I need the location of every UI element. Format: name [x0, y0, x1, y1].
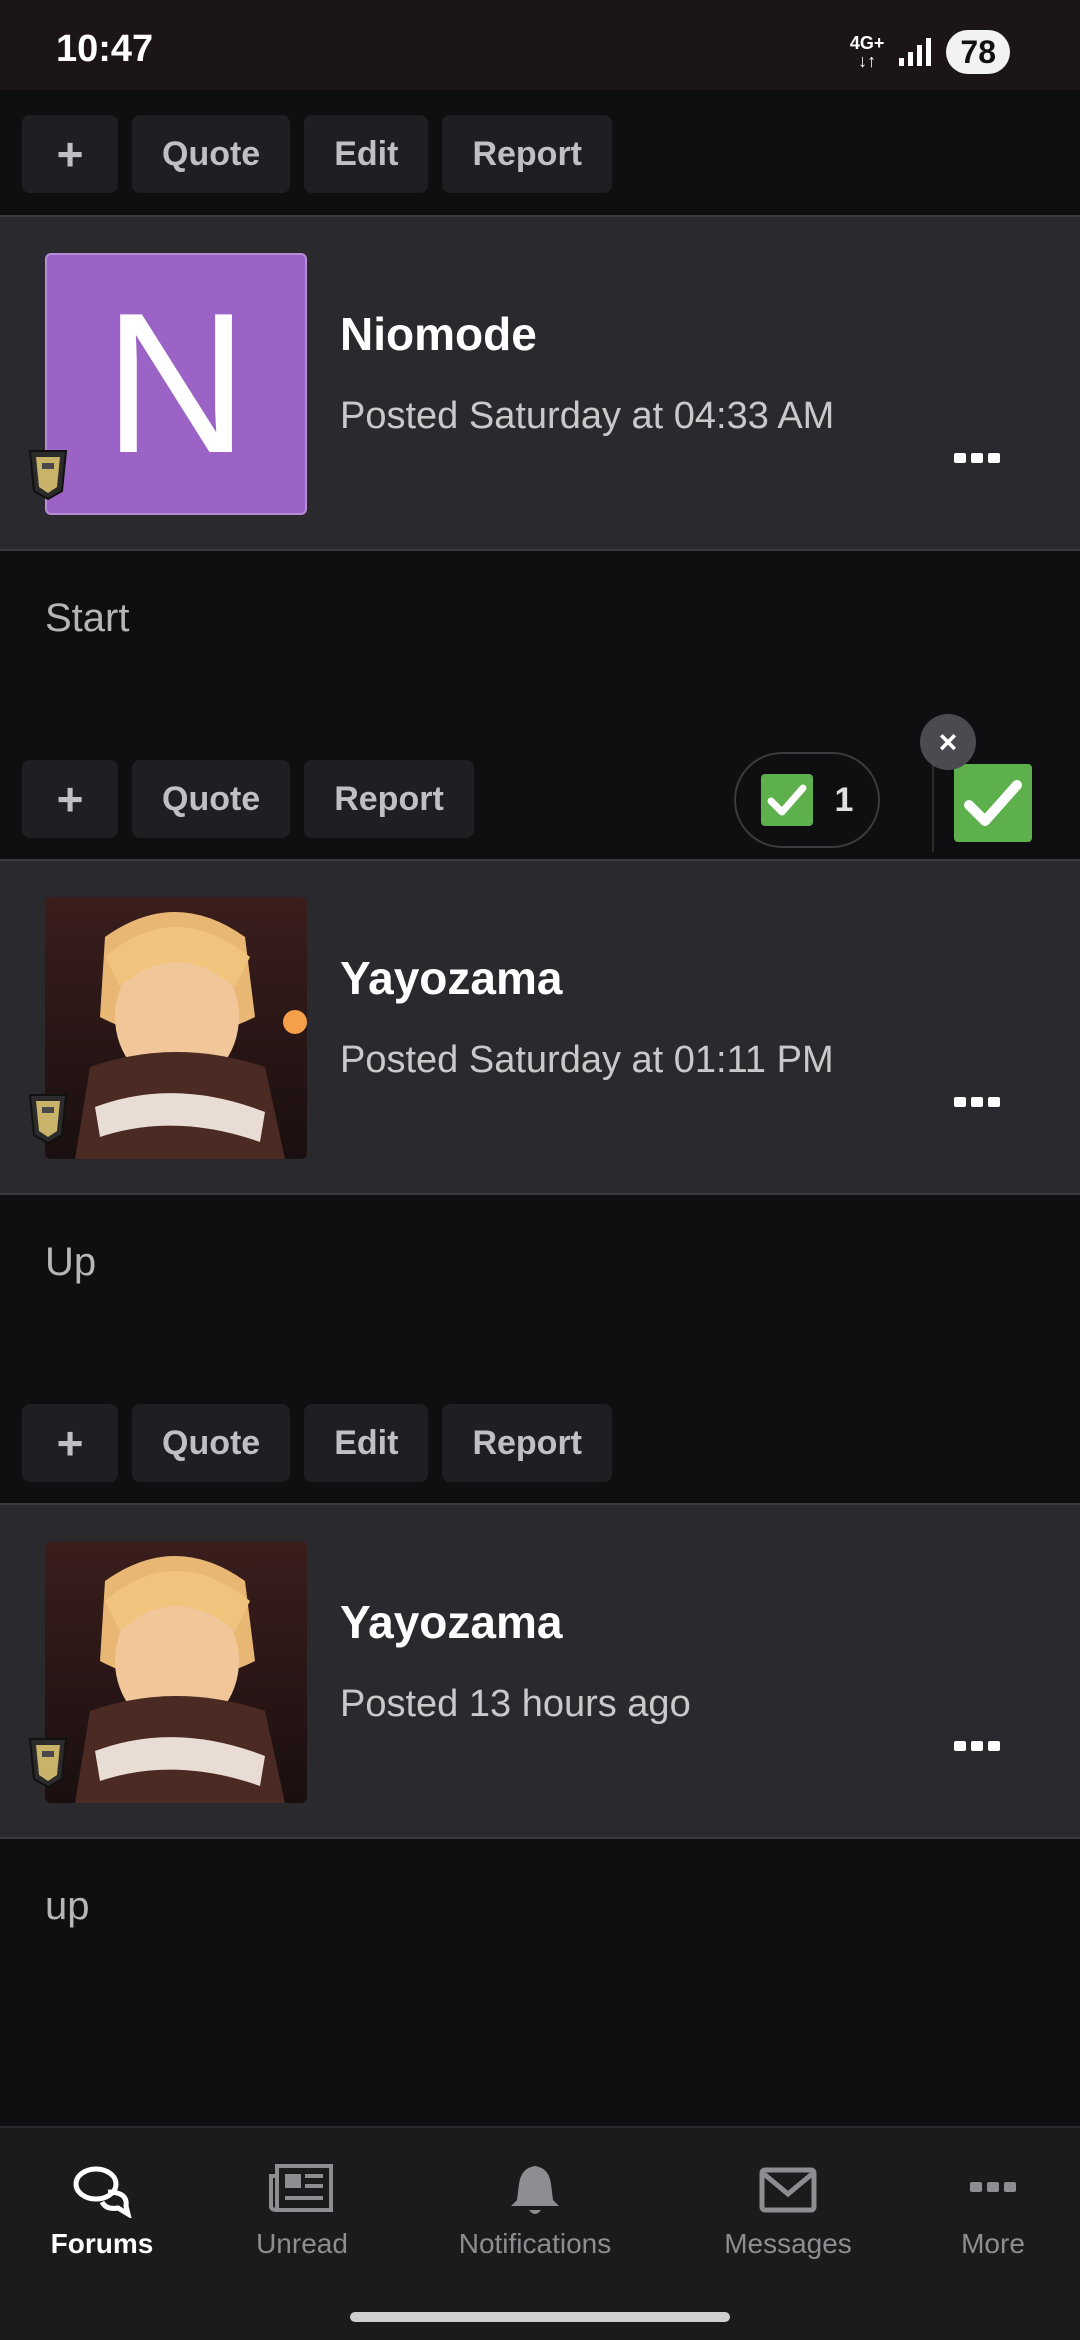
edit-button[interactable]: Edit: [304, 1404, 429, 1482]
report-button[interactable]: Report: [304, 760, 474, 838]
edit-button[interactable]: Edit: [304, 115, 429, 193]
status-icons: 4G+ ↓↑ 78: [850, 30, 1010, 74]
more-options-icon[interactable]: [952, 447, 1002, 469]
report-button[interactable]: Report: [442, 115, 612, 193]
avatar[interactable]: [45, 1541, 307, 1803]
rank-badge-icon: [28, 1738, 68, 1789]
nav-notifications[interactable]: Notifications: [425, 2162, 645, 2260]
author-name[interactable]: Yayozama: [340, 951, 562, 1005]
post-date: Posted 13 hours ago: [340, 1683, 691, 1725]
post-header: Yayozama Posted Saturday at 01:11 PM: [0, 859, 1080, 1195]
bottom-navigation: Forums Unread Notifications Messages Mor…: [0, 2126, 1080, 2340]
nav-label: Forums: [50, 2228, 154, 2259]
post-date: Posted Saturday at 04:33 AM: [340, 395, 835, 437]
add-button[interactable]: +: [22, 115, 118, 193]
react-button[interactable]: [954, 764, 1032, 842]
home-indicator[interactable]: [350, 2312, 730, 2322]
post-body: Up: [45, 1240, 97, 1284]
rank-badge-icon: [28, 450, 68, 501]
network-indicator: 4G+ ↓↑: [849, 33, 885, 71]
battery-indicator: 78: [946, 30, 1010, 74]
checkmark-reaction-icon: [760, 774, 813, 826]
more-options-icon[interactable]: [952, 1091, 1002, 1113]
nav-messages[interactable]: Messages: [678, 2162, 898, 2260]
post-actions: + Quote Report: [22, 760, 474, 838]
nav-label: Unread: [256, 2228, 348, 2259]
envelope-icon: [759, 2167, 817, 2213]
quote-button[interactable]: Quote: [132, 1404, 291, 1482]
more-icon: [970, 2182, 1016, 2192]
add-button[interactable]: +: [22, 1404, 118, 1482]
nav-more[interactable]: More: [883, 2162, 1080, 2260]
nav-label: More: [961, 2228, 1025, 2259]
post-date: Posted Saturday at 01:11 PM: [340, 1039, 834, 1081]
status-bar: 10:47 4G+ ↓↑ 78: [0, 0, 1080, 90]
more-options-icon[interactable]: [952, 1735, 1002, 1757]
rank-badge-icon: [28, 1094, 68, 1145]
status-time: 10:47: [56, 28, 154, 70]
post-body: up: [45, 1884, 90, 1928]
post-actions: + Quote Edit Report: [22, 115, 612, 193]
nav-label: Messages: [724, 2228, 852, 2259]
add-button[interactable]: +: [22, 760, 118, 838]
report-button[interactable]: Report: [442, 1404, 612, 1482]
unread-icon: [269, 2164, 333, 2212]
quote-button[interactable]: Quote: [132, 115, 291, 193]
bell-icon: [511, 2166, 559, 2214]
reaction-count: 1: [834, 780, 854, 819]
post-header: N Niomode Posted Saturday at 04:33 AM: [0, 215, 1080, 551]
post-header: Yayozama Posted 13 hours ago: [0, 1503, 1080, 1839]
avatar[interactable]: [45, 897, 307, 1159]
reaction-count-pill[interactable]: 1: [734, 752, 880, 848]
quote-button[interactable]: Quote: [132, 760, 291, 838]
post-actions: + Quote Edit Report: [22, 1404, 612, 1482]
author-name[interactable]: Niomode: [340, 307, 537, 361]
author-name[interactable]: Yayozama: [340, 1595, 562, 1649]
post-body: Start: [45, 596, 130, 640]
forums-icon: [73, 2166, 132, 2218]
avatar[interactable]: N: [45, 253, 307, 515]
nav-label: Notifications: [458, 2228, 612, 2259]
nav-unread[interactable]: Unread: [192, 2162, 412, 2260]
close-icon[interactable]: ×: [920, 714, 976, 770]
nav-forums[interactable]: Forums: [0, 2162, 212, 2260]
divider: [932, 760, 934, 852]
signal-icon: [899, 38, 932, 66]
